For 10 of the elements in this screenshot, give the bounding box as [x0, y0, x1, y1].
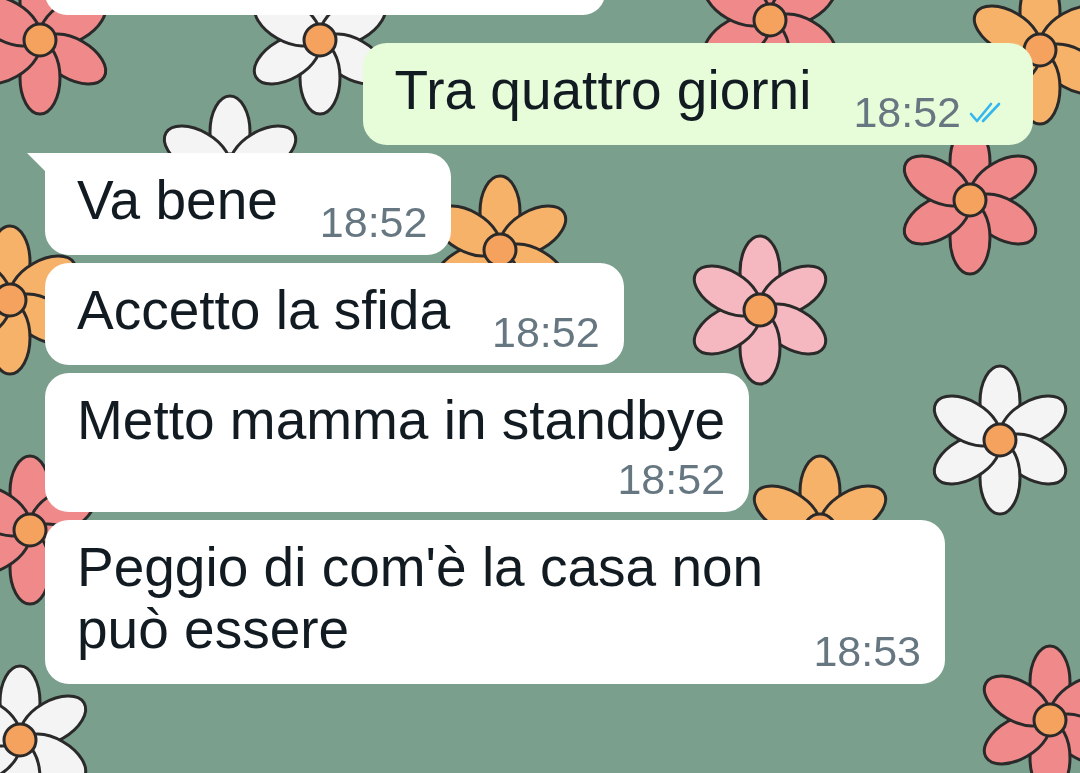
- message-time: 18:52: [853, 88, 961, 137]
- message-time: 18:52: [319, 198, 428, 247]
- message-text: Va bene: [77, 169, 278, 233]
- message-text: Metto mamma in standbye: [77, 389, 726, 453]
- message-time: 18:52: [491, 308, 600, 357]
- message-text: Peggio di com'è la casa non può essere: [77, 536, 765, 662]
- message-time: 18:52: [617, 455, 726, 504]
- message-time: 18:53: [813, 627, 921, 676]
- message-text: Tra quattro giorni: [394, 59, 812, 123]
- message-text: Accetto la sfida: [77, 279, 450, 343]
